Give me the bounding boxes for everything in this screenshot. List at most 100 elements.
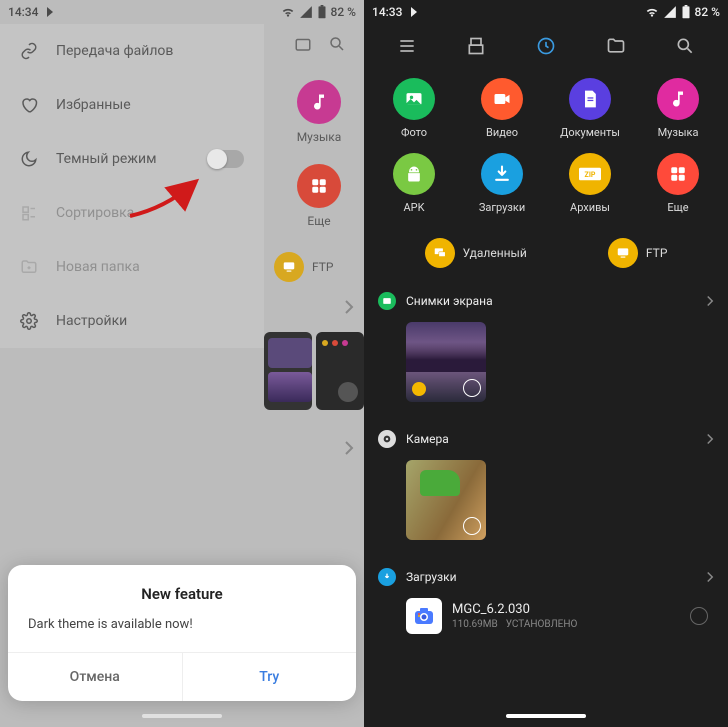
section-header-camera[interactable]: Камера: [378, 424, 714, 454]
phone-left-light: Музыка Еще FTP 14:34: [0, 0, 364, 727]
file-row[interactable]: MGC_6.2.030 110.69MB УСТАНОВЛЕНО: [378, 592, 714, 644]
chevron-right-icon: [706, 571, 714, 583]
cat-label: Музыка: [658, 126, 699, 139]
cat-label: Фото: [401, 126, 427, 139]
cat-music[interactable]: Музыка: [637, 78, 719, 139]
cat-archives[interactable]: ZIP Архивы: [549, 153, 631, 214]
section-header-downloads[interactable]: Загрузки: [378, 562, 714, 592]
chevron-right-icon: [344, 440, 354, 456]
cat-downloads[interactable]: Загрузки: [461, 153, 543, 214]
dialog-title: New feature: [8, 565, 356, 611]
cat-label: Еще: [667, 201, 688, 214]
bg-tile-more-label: Еще: [307, 214, 330, 228]
try-button[interactable]: Try: [183, 653, 357, 701]
storage-tab[interactable]: [465, 35, 487, 57]
section-title: Загрузки: [406, 570, 696, 584]
cat-label: Документы: [560, 126, 620, 139]
download-icon: [382, 572, 392, 582]
cat-documents[interactable]: Документы: [549, 78, 631, 139]
left-topbar-under: [264, 24, 364, 64]
bg-ftp-row: FTP: [274, 252, 364, 282]
battery-percent: 82 %: [331, 5, 356, 19]
music-icon: [668, 89, 688, 109]
app-status-icon: [44, 6, 56, 18]
bg-tile-more: Еще: [274, 164, 364, 228]
drawer-label: Избранные: [56, 97, 131, 113]
chevron-right-icon: [344, 299, 354, 315]
cat-more[interactable]: Еще: [637, 153, 719, 214]
menu-tab[interactable]: [396, 35, 418, 57]
doc-icon: [580, 89, 600, 109]
download-icon: [492, 164, 512, 184]
new-feature-dialog: New feature Dark theme is available now!…: [8, 565, 356, 701]
file-name: MGC_6.2.030: [452, 602, 680, 617]
ftp-label: FTP: [646, 246, 667, 260]
clock-icon: [536, 36, 556, 56]
cat-label: Видео: [486, 126, 518, 139]
grid-icon: [669, 165, 687, 183]
section-downloads: Загрузки MGC_6.2.030 110.69MB УСТАНОВЛЕНО: [364, 554, 728, 644]
cancel-button[interactable]: Отмена: [8, 653, 183, 701]
dark-mode-toggle[interactable]: [208, 150, 244, 168]
screenshot-thumbnail[interactable]: [406, 322, 486, 402]
section-header-screenshots[interactable]: Снимки экрана: [378, 286, 714, 316]
dialog-message: Dark theme is available now!: [8, 611, 356, 652]
drawer-item-dark-mode[interactable]: Темный режим: [0, 132, 264, 186]
grid-icon: [310, 177, 328, 195]
signal-icon: [299, 5, 313, 19]
bg-tile-music: Музыка: [274, 80, 364, 144]
search-tab[interactable]: [674, 35, 696, 57]
select-radio[interactable]: [690, 607, 708, 625]
category-grid: Фото Видео Документы Музыка APK Загрузки…: [364, 68, 728, 238]
cat-label: APK: [403, 201, 424, 214]
search-icon: [328, 35, 346, 53]
remote-label: Удаленный: [463, 246, 527, 260]
cat-label: Архивы: [570, 201, 610, 214]
drawer-label: Темный режим: [56, 151, 156, 167]
section-screenshots: Снимки экрана: [364, 278, 728, 402]
recent-tab[interactable]: [535, 35, 557, 57]
drawer-item-settings[interactable]: Настройки: [0, 294, 264, 348]
quick-access-row: Удаленный FTP: [364, 238, 728, 278]
drawer-label: Сортировка: [56, 205, 134, 221]
photo-icon: [382, 296, 392, 306]
statusbar-right: 14:33 82 %: [364, 0, 728, 24]
drawer-item-favorites[interactable]: Избранные: [0, 78, 264, 132]
wifi-icon: [645, 5, 659, 19]
chevron-right-icon: [706, 295, 714, 307]
drawer-label: Новая папка: [56, 259, 140, 275]
file-size: 110.69MB: [452, 619, 498, 630]
music-icon: [309, 92, 329, 112]
cat-apk[interactable]: APK: [373, 153, 455, 214]
folder-tab[interactable]: [605, 35, 627, 57]
camera-icon: [382, 434, 392, 444]
remote-access[interactable]: Удаленный: [425, 238, 527, 268]
chevron-right-icon: [706, 433, 714, 445]
statusbar-left: 14:34 82 %: [0, 0, 364, 24]
section-title: Камера: [406, 432, 696, 446]
remote-icon: [433, 246, 447, 260]
drawer-item-file-transfer[interactable]: Передача файлов: [0, 24, 264, 78]
photo-icon: [404, 89, 424, 109]
cat-photo[interactable]: Фото: [373, 78, 455, 139]
bg-thumbnails: [264, 332, 364, 420]
drawer-item-new-folder: Новая папка: [0, 240, 264, 294]
android-icon: [404, 164, 424, 184]
android-navbar[interactable]: [0, 705, 364, 727]
cat-video[interactable]: Видео: [461, 78, 543, 139]
top-tab-bar: [364, 24, 728, 68]
android-navbar[interactable]: [364, 705, 728, 727]
zip-icon: ZIP: [579, 166, 601, 182]
camera-thumbnail[interactable]: [406, 460, 486, 540]
battery-icon: [681, 5, 691, 19]
link-icon: [20, 42, 38, 60]
cat-label: Загрузки: [479, 201, 525, 214]
bg-ftp-label: FTP: [312, 260, 333, 274]
svg-text:ZIP: ZIP: [585, 170, 596, 179]
folder-icon: [606, 36, 626, 56]
status-time: 14:34: [8, 5, 38, 19]
folder-outline-icon: [294, 35, 312, 53]
drawer-label: Настройки: [56, 313, 127, 329]
file-status: УСТАНОВЛЕНО: [506, 619, 578, 630]
ftp-access[interactable]: FTP: [608, 238, 667, 268]
